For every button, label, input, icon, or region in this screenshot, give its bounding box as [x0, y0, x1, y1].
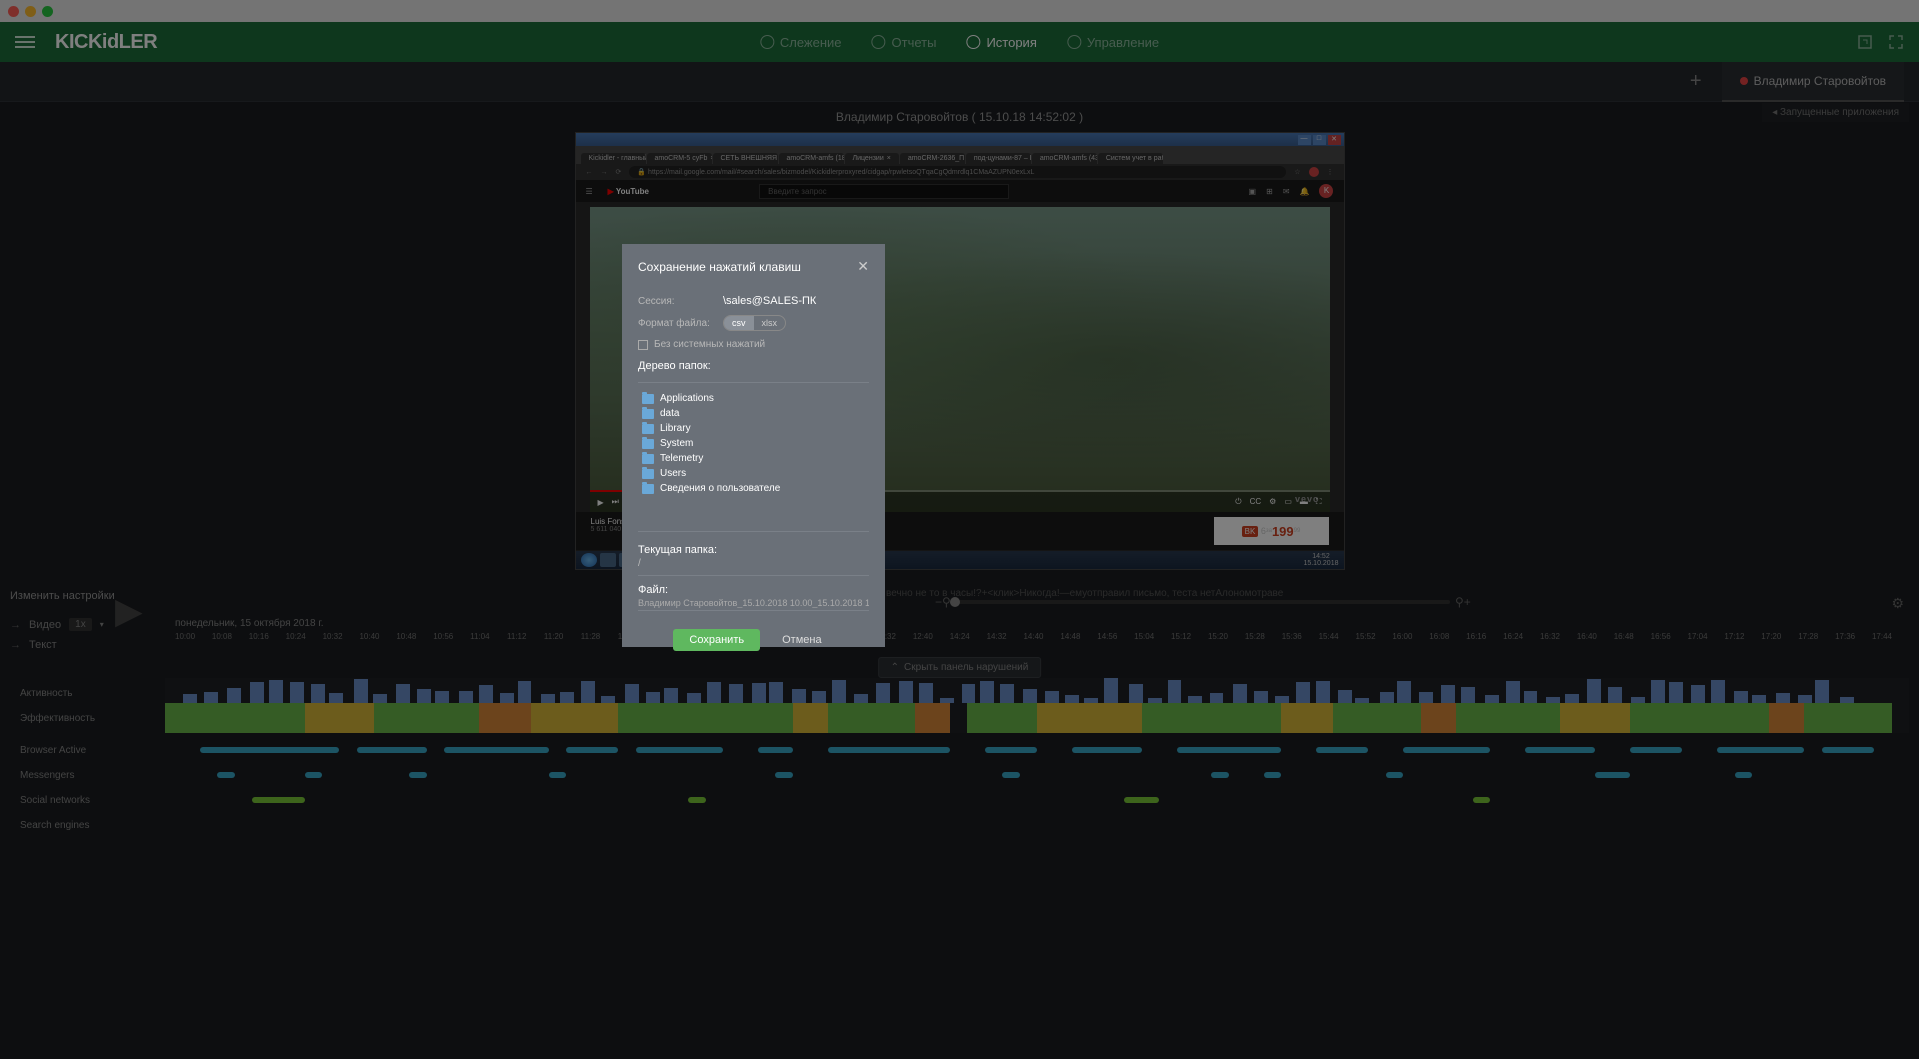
session-label: Сессия: — [638, 296, 723, 307]
cancel-button[interactable]: Отмена — [770, 629, 833, 651]
folder-icon — [642, 409, 654, 419]
folder-icon — [642, 484, 654, 494]
folder-item[interactable]: Library — [638, 421, 869, 436]
folder-icon — [642, 439, 654, 449]
file-label: Файл: — [638, 584, 869, 596]
filename-input[interactable] — [638, 596, 869, 611]
checkbox-icon[interactable] — [638, 340, 648, 350]
format-xlsx-option[interactable]: xlsx — [754, 316, 786, 330]
folder-tree: ApplicationsdataLibrarySystemTelemetryUs… — [638, 382, 869, 532]
folder-item[interactable]: Applications — [638, 391, 869, 406]
folder-item[interactable]: Telemetry — [638, 451, 869, 466]
dialog-title: Сохранение нажатий клавиш — [638, 260, 801, 274]
modal-overlay — [0, 0, 1919, 1059]
save-button[interactable]: Сохранить — [673, 629, 760, 651]
no-system-keys-checkbox[interactable]: Без системных нажатий — [638, 339, 869, 350]
close-icon[interactable]: ✕ — [857, 258, 869, 275]
save-keystrokes-dialog: Сохранение нажатий клавиш ✕ Сессия: \sal… — [622, 244, 885, 647]
format-csv-option[interactable]: csv — [724, 316, 754, 330]
format-toggle: csv xlsx — [723, 315, 786, 331]
folder-icon — [642, 469, 654, 479]
folder-item[interactable]: System — [638, 436, 869, 451]
folder-item[interactable]: data — [638, 406, 869, 421]
folder-icon — [642, 454, 654, 464]
session-value: \sales@SALES-ПК — [723, 295, 816, 307]
folder-icon — [642, 394, 654, 404]
format-label: Формат файла: — [638, 318, 723, 329]
current-folder-label: Текущая папка: — [638, 544, 869, 556]
folder-item[interactable]: Сведения о пользователе — [638, 481, 869, 496]
folder-icon — [642, 424, 654, 434]
tree-label: Дерево папок: — [638, 360, 869, 372]
current-folder-path: / — [638, 556, 869, 576]
folder-item[interactable]: Users — [638, 466, 869, 481]
